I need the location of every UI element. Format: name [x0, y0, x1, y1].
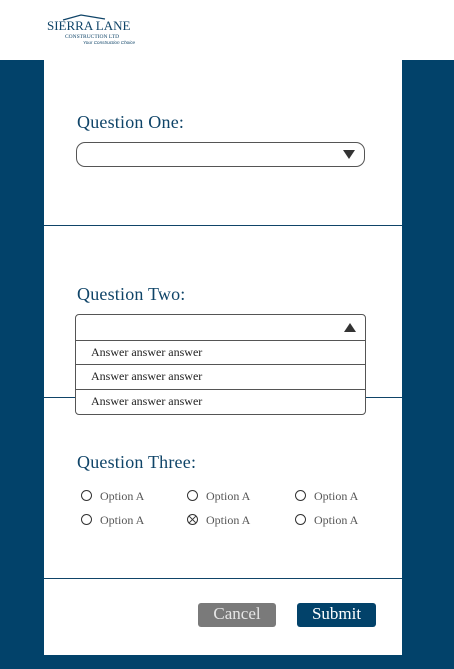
page-header: SIERRA LANE CONSTRUCTION LTD Your Constr… [0, 0, 454, 61]
section-divider [44, 225, 402, 226]
dropdown-option[interactable]: Answer answer answer [76, 389, 365, 413]
radio-label: Option A [314, 513, 359, 527]
radio-circle-icon [295, 490, 306, 501]
caret-down-icon [343, 150, 355, 159]
sierra-lane-logo[interactable]: SIERRA LANE CONSTRUCTION LTD Your Constr… [47, 14, 147, 48]
question-three-label: Question Three: [77, 452, 197, 472]
logo-name: SIERRA LANE [47, 18, 130, 33]
section-divider [44, 578, 402, 579]
question-two-label: Question Two: [77, 284, 186, 304]
logo-tagline: Your Construction Choice [83, 40, 136, 45]
question-two-dropdown[interactable]: Answer answer answer Answer answer answe… [75, 314, 366, 415]
question-one-select[interactable] [76, 142, 365, 167]
radio-circle-icon [81, 490, 92, 501]
radio-x-icon [187, 514, 198, 525]
question-one-label: Question One: [77, 112, 185, 132]
radio-circle-icon [187, 490, 198, 501]
radio-label: Option A [314, 489, 359, 503]
radio-label: Option A [100, 489, 145, 503]
radio-label: Option A [206, 513, 251, 527]
question-two-select[interactable] [76, 315, 365, 340]
dropdown-option[interactable]: Answer answer answer [76, 364, 365, 388]
radio-label: Option A [100, 513, 145, 527]
submit-button[interactable]: Submit [297, 603, 376, 627]
radio-circle-icon [81, 514, 92, 525]
dropdown-option[interactable]: Answer answer answer [76, 340, 365, 364]
radio-circle-icon [295, 514, 306, 525]
radio-label: Option A [206, 489, 251, 503]
cancel-button[interactable]: Cancel [198, 603, 276, 627]
caret-up-icon [344, 323, 356, 332]
